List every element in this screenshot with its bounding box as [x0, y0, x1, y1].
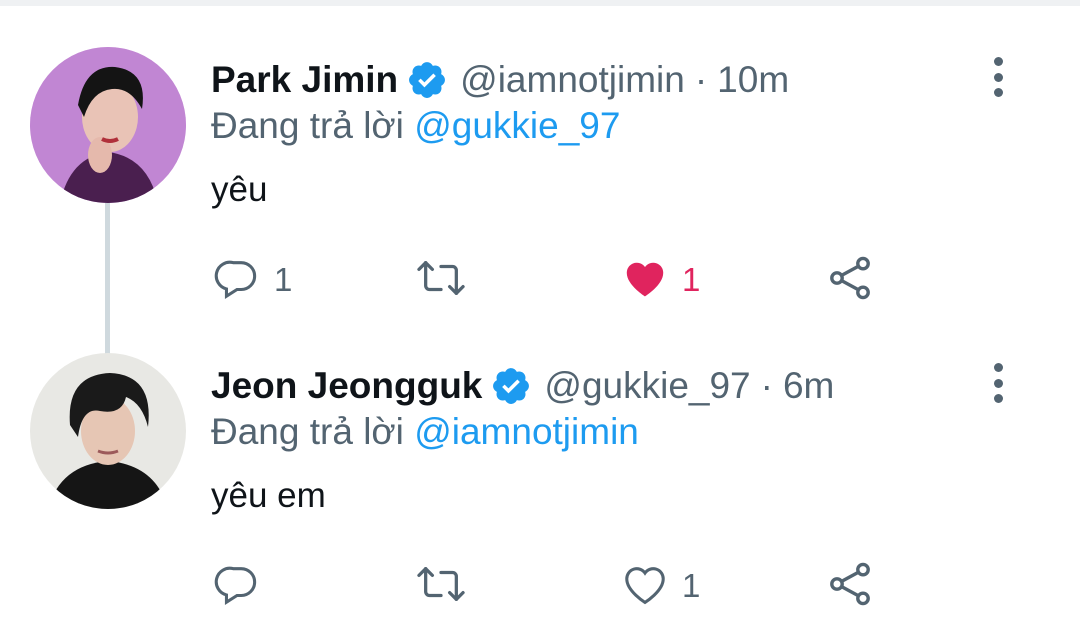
tweet-text: yêu em [211, 476, 326, 515]
like-button[interactable]: 1 [622, 253, 700, 307]
retweet-button[interactable] [413, 253, 483, 307]
like-count: 1 [682, 261, 701, 298]
avatar[interactable] [30, 353, 186, 509]
tweet-text: yêu [211, 170, 268, 209]
reply-count: 1 [274, 261, 293, 298]
replying-prefix: Đang trả lời [211, 105, 404, 146]
tweet-actions: 1 1 [0, 253, 1080, 307]
more-options-icon[interactable] [985, 363, 1011, 403]
timestamp[interactable]: 10m [717, 59, 789, 101]
replying-to: Đang trả lời @gukkie_97 [211, 105, 620, 147]
replying-to-mention[interactable]: @iamnotjimin [414, 411, 639, 452]
reply-icon [214, 561, 260, 612]
replying-prefix: Đang trả lời [211, 411, 404, 452]
retweet-button[interactable] [413, 559, 483, 613]
replying-to-mention[interactable]: @gukkie_97 [414, 105, 620, 146]
timestamp[interactable]: 6m [783, 365, 834, 407]
verified-badge-icon [406, 59, 448, 101]
author-handle[interactable]: @iamnotjimin [460, 59, 685, 101]
tweet-header: Park Jimin @iamnotjimin · 10m [211, 55, 789, 105]
like-button[interactable]: 1 [622, 559, 700, 613]
retweet-icon [413, 255, 469, 306]
like-count: 1 [682, 567, 701, 604]
separator-dot: · [760, 365, 773, 406]
author-name[interactable]: Park Jimin [211, 59, 398, 101]
retweet-icon [413, 561, 469, 612]
more-options-icon[interactable] [985, 57, 1011, 97]
heart-icon [622, 561, 668, 612]
separator-dot: · [694, 59, 708, 100]
share-button[interactable] [826, 559, 874, 613]
tweet-actions: 1 [0, 559, 1080, 613]
author-name[interactable]: Jeon Jeongguk [211, 365, 482, 407]
heart-icon [622, 255, 668, 306]
tweet-header: Jeon Jeongguk @gukkie_97 · 6m [211, 361, 834, 411]
share-button[interactable] [826, 253, 874, 307]
verified-badge-icon [490, 365, 532, 407]
reply-button[interactable] [214, 559, 274, 613]
share-icon [826, 254, 874, 307]
reply-button[interactable]: 1 [214, 253, 292, 307]
share-icon [826, 560, 874, 613]
top-divider [0, 0, 1080, 6]
avatar[interactable] [30, 47, 186, 203]
replying-to: Đang trả lời @iamnotjimin [211, 411, 639, 453]
author-handle[interactable]: @gukkie_97 [544, 365, 750, 407]
reply-icon [214, 255, 260, 306]
